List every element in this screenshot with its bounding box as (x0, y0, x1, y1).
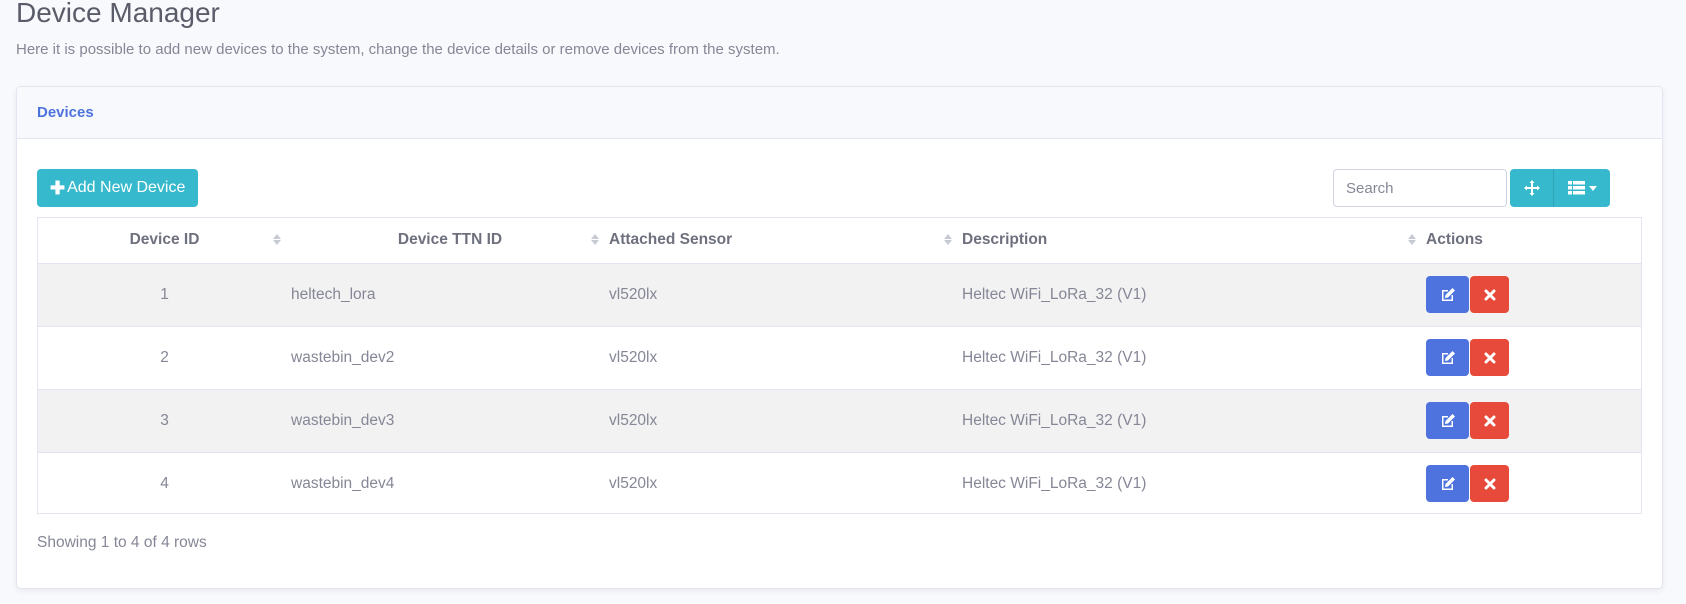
close-icon (1484, 415, 1495, 426)
table-row: 4 wastebin_dev4 vl520lx Heltec WiFi_LoRa… (38, 452, 1641, 515)
cell-device-id: 3 (160, 411, 169, 429)
page-title: Device Manager (16, 0, 220, 28)
card-header: Devices (17, 87, 1662, 139)
edit-icon (1441, 350, 1455, 364)
delete-button[interactable] (1470, 402, 1509, 439)
devices-card: Devices ✚ Add New Device Search Device I… (16, 86, 1663, 589)
cell-device-ttn-id: wastebin_dev4 (291, 474, 395, 492)
edit-button[interactable] (1426, 276, 1469, 313)
column-header-label: Description (962, 231, 1048, 249)
cell-device-id: 2 (160, 348, 169, 366)
delete-button[interactable] (1470, 465, 1509, 502)
page-subtitle: Here it is possible to add new devices t… (16, 41, 780, 58)
cell-description: Heltec WiFi_LoRa_32 (V1) (962, 474, 1147, 492)
cell-attached-sensor: vl520lx (609, 411, 658, 429)
toggle-fullscreen-button[interactable] (1510, 169, 1554, 207)
cell-device-id: 4 (160, 474, 169, 492)
edit-button[interactable] (1426, 339, 1469, 376)
sort-icon (1408, 234, 1416, 245)
edit-button[interactable] (1426, 402, 1469, 439)
cell-device-ttn-id: heltech_lora (291, 285, 376, 303)
arrows-move-icon (1523, 180, 1540, 196)
columns-dropdown-button[interactable] (1554, 169, 1610, 207)
cell-attached-sensor: vl520lx (609, 285, 658, 303)
column-header-label: Device ID (129, 231, 200, 249)
search-input[interactable] (1333, 169, 1507, 207)
add-new-device-label: Add New Device (67, 179, 186, 196)
cell-attached-sensor: vl520lx (609, 474, 658, 492)
cell-actions (1426, 452, 1641, 515)
table-toolbar (1510, 169, 1610, 207)
plus-icon: ✚ (50, 177, 66, 198)
edit-button[interactable] (1426, 465, 1469, 502)
table-row: 3 wastebin_dev3 vl520lx Heltec WiFi_LoRa… (38, 389, 1641, 452)
close-icon (1484, 352, 1495, 363)
edit-icon (1441, 413, 1455, 427)
cell-actions (1426, 326, 1641, 389)
delete-button[interactable] (1470, 276, 1509, 313)
sort-icon (944, 234, 952, 245)
edit-icon (1441, 476, 1455, 490)
cell-device-ttn-id: wastebin_dev2 (291, 348, 395, 366)
close-icon (1484, 478, 1495, 489)
cell-device-id: 1 (160, 285, 169, 303)
column-header-label: Attached Sensor (609, 231, 733, 249)
sort-icon (273, 234, 281, 245)
cell-attached-sensor: vl520lx (609, 348, 658, 366)
devices-table: Device ID Device TTN ID Attached Sensor … (37, 217, 1642, 514)
cell-description: Heltec WiFi_LoRa_32 (V1) (962, 348, 1147, 366)
column-header-actions: Actions (1426, 218, 1641, 263)
cell-device-ttn-id: wastebin_dev3 (291, 411, 395, 429)
column-header-device-id[interactable]: Device ID (38, 218, 291, 263)
table-row: 1 heltech_lora vl520lx Heltec WiFi_LoRa_… (38, 263, 1641, 326)
sort-icon (591, 234, 599, 245)
column-header-label: Actions (1426, 231, 1483, 249)
cell-actions (1426, 389, 1641, 452)
delete-button[interactable] (1470, 339, 1509, 376)
add-new-device-button[interactable]: ✚ Add New Device (37, 169, 199, 207)
column-header-attached-sensor[interactable]: Attached Sensor (609, 218, 962, 263)
cell-description: Heltec WiFi_LoRa_32 (V1) (962, 285, 1147, 303)
pagination-info: Showing 1 to 4 of 4 rows (37, 534, 207, 551)
table-row: 2 wastebin_dev2 vl520lx Heltec WiFi_LoRa… (38, 326, 1641, 389)
caret-down-icon (1588, 185, 1597, 191)
card-title: Devices (37, 104, 94, 121)
close-icon (1484, 289, 1495, 300)
cell-description: Heltec WiFi_LoRa_32 (V1) (962, 411, 1147, 429)
edit-icon (1441, 287, 1455, 301)
column-header-label: Device TTN ID (397, 231, 503, 249)
column-header-description[interactable]: Description (962, 218, 1426, 263)
cell-actions (1426, 263, 1641, 326)
list-columns-icon (1567, 181, 1585, 195)
column-header-device-ttn-id[interactable]: Device TTN ID (291, 218, 609, 263)
table-header-row: Device ID Device TTN ID Attached Sensor … (38, 218, 1641, 263)
